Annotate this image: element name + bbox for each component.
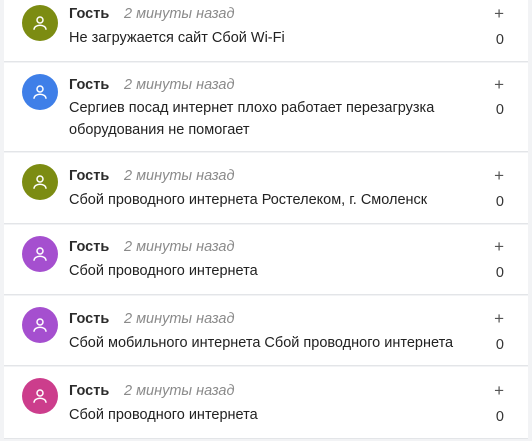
list-item: Гость 2 минуты назад Не загружается сайт… xyxy=(4,0,528,62)
list-item: Гость 2 минуты назад Сбой мобильного инт… xyxy=(4,296,528,366)
avatar xyxy=(22,236,58,272)
user-icon xyxy=(33,175,47,189)
avatar xyxy=(22,5,58,41)
post-text: Не загружается сайт Сбой Wi-Fi xyxy=(69,30,285,46)
author-name: Гость xyxy=(69,168,110,184)
author-name: Гость xyxy=(69,383,110,399)
upvote-button[interactable]: + xyxy=(494,238,504,256)
post-time: 2 минуты назад xyxy=(124,77,235,93)
vote-count: 0 xyxy=(495,265,504,281)
post-text: Сергиев посад интернет плохо работает пе… xyxy=(69,100,435,138)
vote-count: 0 xyxy=(495,194,504,210)
vote-count: 0 xyxy=(495,102,504,118)
upvote-button[interactable]: + xyxy=(494,310,504,328)
avatar xyxy=(22,307,58,343)
vote-count: 0 xyxy=(495,337,504,353)
user-icon xyxy=(33,389,47,403)
post-time: 2 минуты назад xyxy=(124,383,235,399)
author-name: Гость xyxy=(69,6,110,22)
vote-count: 0 xyxy=(495,32,504,48)
avatar xyxy=(22,74,58,110)
list-item: Гость 2 минуты назад Сбой проводного инт… xyxy=(4,225,528,295)
post-text: Сбой проводного интернета Ростелеком, г.… xyxy=(69,192,428,208)
list-item: Гость 2 минуты назад Сбой проводного инт… xyxy=(4,153,528,224)
user-icon xyxy=(33,247,47,261)
upvote-button[interactable]: + xyxy=(494,5,504,23)
post-time: 2 минуты назад xyxy=(124,168,235,184)
post-text: Сбой мобильного интернета Сбой проводног… xyxy=(69,335,454,351)
post-time: 2 минуты назад xyxy=(124,311,235,327)
upvote-button[interactable]: + xyxy=(494,76,504,94)
author-name: Гость xyxy=(69,239,110,255)
post-time: 2 минуты назад xyxy=(124,239,235,255)
post-text: Сбой проводного интернета xyxy=(69,263,258,279)
upvote-button[interactable]: + xyxy=(494,167,504,185)
avatar xyxy=(22,378,58,414)
user-icon xyxy=(33,85,47,99)
upvote-button[interactable]: + xyxy=(494,382,504,400)
list-item: Гость 2 минуты назад Сбой проводного инт… xyxy=(4,367,528,439)
comment-feed: Гость 2 минуты назад Не загружается сайт… xyxy=(0,0,532,441)
post-time: 2 минуты назад xyxy=(124,6,235,22)
list-item: Гость 2 минуты назад Сергиев посад интер… xyxy=(4,63,528,152)
avatar xyxy=(22,164,58,200)
user-icon xyxy=(33,318,47,332)
vote-count: 0 xyxy=(495,409,504,425)
post-text: Сбой проводного интернета xyxy=(69,407,258,423)
user-icon xyxy=(33,16,47,30)
author-name: Гость xyxy=(69,311,110,327)
author-name: Гость xyxy=(69,77,110,93)
